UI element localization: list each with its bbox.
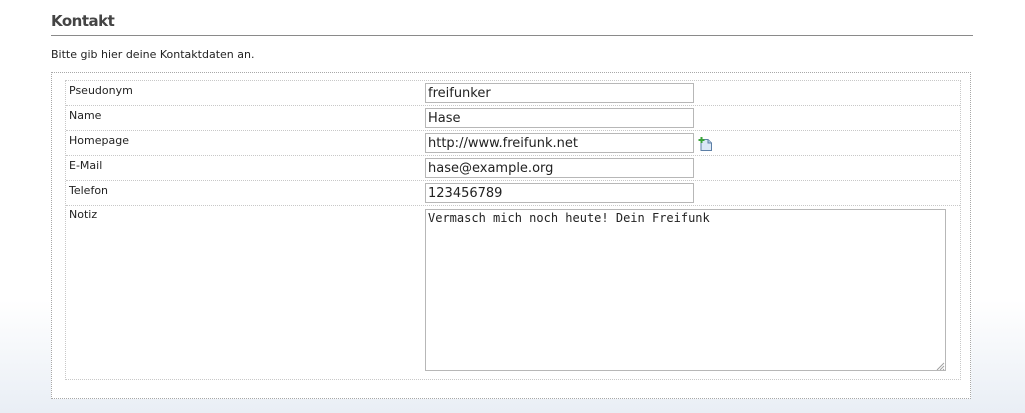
form-row-homepage: Homepage: [66, 131, 960, 156]
resize-grip-icon[interactable]: [935, 361, 945, 371]
note-textarea[interactable]: Vermasch mich noch heute! Dein Freifunk: [425, 209, 946, 371]
name-input[interactable]: [425, 108, 694, 128]
form-row-note: Notiz Vermasch mich noch heute! Dein Fre…: [66, 206, 960, 379]
add-entry-icon[interactable]: [698, 137, 713, 152]
name-label: Name: [69, 109, 102, 122]
pseudonym-input[interactable]: [425, 83, 694, 103]
email-input[interactable]: [425, 158, 694, 178]
contact-form-grid: Pseudonym Name Homepage E-Mail Telefon: [65, 80, 961, 380]
contact-fieldset: Pseudonym Name Homepage E-Mail Telefon: [51, 72, 971, 399]
form-row-phone: Telefon: [66, 181, 960, 206]
form-row-pseudonym: Pseudonym: [66, 81, 960, 106]
homepage-input[interactable]: [425, 133, 694, 153]
form-row-name: Name: [66, 106, 960, 131]
pseudonym-label: Pseudonym: [69, 84, 133, 97]
note-label: Notiz: [69, 208, 98, 221]
section-description: Bitte gib hier deine Kontaktdaten an.: [51, 48, 255, 61]
homepage-label: Homepage: [69, 134, 129, 147]
form-row-email: E-Mail: [66, 156, 960, 181]
title-divider: [51, 35, 973, 36]
phone-label: Telefon: [69, 184, 109, 197]
email-label: E-Mail: [69, 159, 103, 172]
section-title: Kontakt: [51, 12, 115, 30]
phone-input[interactable]: [425, 183, 694, 203]
